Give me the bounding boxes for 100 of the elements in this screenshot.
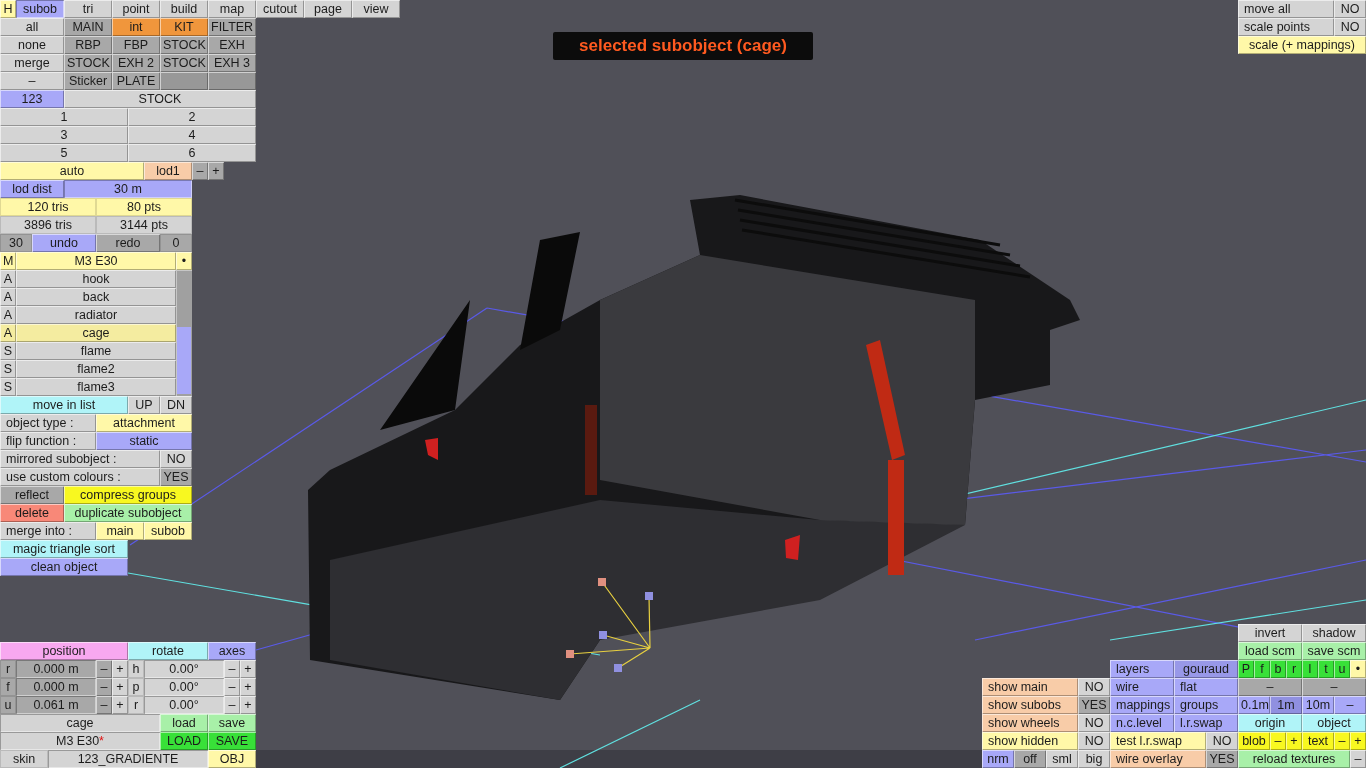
option-label[interactable]: show hidden	[982, 732, 1078, 750]
list-item[interactable]: radiator	[16, 306, 176, 324]
tool-button[interactable]: lod1	[144, 162, 192, 180]
tool-button[interactable]: position	[0, 642, 128, 660]
option-label[interactable]: show main	[982, 678, 1078, 696]
tool-button[interactable]: save scm	[1302, 642, 1366, 660]
option-label[interactable]: scale points	[1238, 18, 1334, 36]
tool-button[interactable]: compress groups	[64, 486, 192, 504]
tool-button[interactable]: attachment	[96, 414, 192, 432]
tool-button[interactable]: –	[224, 678, 240, 696]
option-label[interactable]: layers	[1110, 660, 1174, 678]
tool-button[interactable]: RBP	[64, 36, 112, 54]
tool-button[interactable]: –	[96, 696, 112, 714]
tool-button[interactable]: 2	[128, 108, 256, 126]
tool-button[interactable]: NO	[1078, 678, 1110, 696]
tool-button[interactable]: t	[1318, 660, 1334, 678]
tool-button[interactable]: OBJ	[208, 750, 256, 768]
tool-button[interactable]: none	[0, 36, 64, 54]
tool-button[interactable]: –	[1238, 678, 1302, 696]
value-field[interactable]: 0.061 m	[16, 696, 96, 714]
tool-button[interactable]: object	[1302, 714, 1366, 732]
mode-tab[interactable]: subob	[16, 0, 64, 18]
tool-button[interactable]: nrm	[982, 750, 1014, 768]
tool-button[interactable]: UP	[128, 396, 160, 414]
tool-button[interactable]: NO	[1078, 714, 1110, 732]
tool-button[interactable]: LOAD	[160, 732, 208, 750]
tool-button[interactable]: 6	[128, 144, 256, 162]
tool-button[interactable]: off	[1014, 750, 1046, 768]
option-label[interactable]: merge into :	[0, 522, 96, 540]
tool-button[interactable]: –	[1350, 750, 1366, 768]
mode-tab[interactable]: view	[352, 0, 400, 18]
tool-button[interactable]: +	[208, 162, 224, 180]
tool-button[interactable]: scale (+ mappings)	[1238, 36, 1366, 54]
value-field[interactable]: 30 m	[64, 180, 192, 198]
tool-button[interactable]: auto	[0, 162, 144, 180]
tool-button[interactable]: NO	[1206, 732, 1238, 750]
list-item[interactable]: flame3	[16, 378, 176, 396]
tool-button[interactable]: –	[96, 678, 112, 696]
option-label[interactable]: move all	[1238, 0, 1334, 18]
scrollbar-thumb[interactable]	[177, 326, 191, 394]
dot-button[interactable]: •	[176, 252, 192, 270]
tool-button[interactable]: +	[1350, 732, 1366, 750]
tool-button[interactable]: EXH	[208, 36, 256, 54]
tool-button[interactable]: invert	[1238, 624, 1302, 642]
tool-button[interactable]: origin	[1238, 714, 1302, 732]
value-field[interactable]: 123_GRADIENTE	[48, 750, 208, 768]
tool-button[interactable]: static	[96, 432, 192, 450]
tool-button[interactable]: Sticker	[64, 72, 112, 90]
option-label[interactable]: mirrored subobject :	[0, 450, 160, 468]
tool-button[interactable]: YES	[160, 468, 192, 486]
mode-tab[interactable]: H	[0, 0, 16, 18]
tool-button[interactable]: MAIN	[64, 18, 112, 36]
value-field[interactable]: 0.000 m	[16, 678, 96, 696]
list-item[interactable]: flame	[16, 342, 176, 360]
option-label[interactable]: wire	[1110, 678, 1174, 696]
tool-button[interactable]: load scm	[1238, 642, 1302, 660]
tool-button[interactable]: –	[192, 162, 208, 180]
tool-button[interactable]: text	[1302, 732, 1334, 750]
option-label[interactable]: object type :	[0, 414, 96, 432]
tool-button[interactable]: YES	[1206, 750, 1238, 768]
tool-button[interactable]: NO	[160, 450, 192, 468]
tool-button[interactable]: 4	[128, 126, 256, 144]
tool-button[interactable]: –	[1302, 678, 1366, 696]
tool-button[interactable]: FBP	[112, 36, 160, 54]
tool-button[interactable]: rotate	[128, 642, 208, 660]
tool-button[interactable]: STOCK	[64, 90, 256, 108]
tool-button[interactable]: +	[112, 678, 128, 696]
tool-button[interactable]: –	[0, 72, 64, 90]
value-field[interactable]: 0.000 m	[16, 660, 96, 678]
value-field[interactable]: 0.00°	[144, 678, 224, 696]
option-label[interactable]: flat	[1174, 678, 1238, 696]
tool-button[interactable]: DN	[160, 396, 192, 414]
tool-button[interactable]: merge	[0, 54, 64, 72]
list-item[interactable]: back	[16, 288, 176, 306]
tool-button[interactable]: •	[1350, 660, 1366, 678]
mode-tab[interactable]: page	[304, 0, 352, 18]
tool-button[interactable]: int	[112, 18, 160, 36]
tool-button[interactable]: +	[112, 696, 128, 714]
mode-tab[interactable]: cutout	[256, 0, 304, 18]
tool-button[interactable]: gouraud	[1174, 660, 1238, 678]
tool-button[interactable]: redo	[96, 234, 160, 252]
tool-button[interactable]: +	[1286, 732, 1302, 750]
tool-button[interactable]: NO	[1078, 732, 1110, 750]
tool-button[interactable]: +	[240, 660, 256, 678]
tool-button[interactable]: EXH 3	[208, 54, 256, 72]
value-field[interactable]: 0.00°	[144, 660, 224, 678]
mode-tab[interactable]: point	[112, 0, 160, 18]
tool-button[interactable]: +	[112, 660, 128, 678]
blank-button[interactable]	[208, 72, 256, 90]
tool-button[interactable]: l	[1302, 660, 1318, 678]
option-label[interactable]: test l.r.swap	[1110, 732, 1206, 750]
tool-button[interactable]: EXH 2	[112, 54, 160, 72]
tool-button[interactable]: YES	[1078, 696, 1110, 714]
scrollbar[interactable]	[176, 270, 192, 396]
tool-button[interactable]: 5	[0, 144, 128, 162]
tool-button[interactable]: NO	[1334, 0, 1366, 18]
tool-button[interactable]: +	[240, 696, 256, 714]
tool-button[interactable]: 123	[0, 90, 64, 108]
tool-button[interactable]: –	[224, 660, 240, 678]
tool-button[interactable]: duplicate subobject	[64, 504, 192, 522]
